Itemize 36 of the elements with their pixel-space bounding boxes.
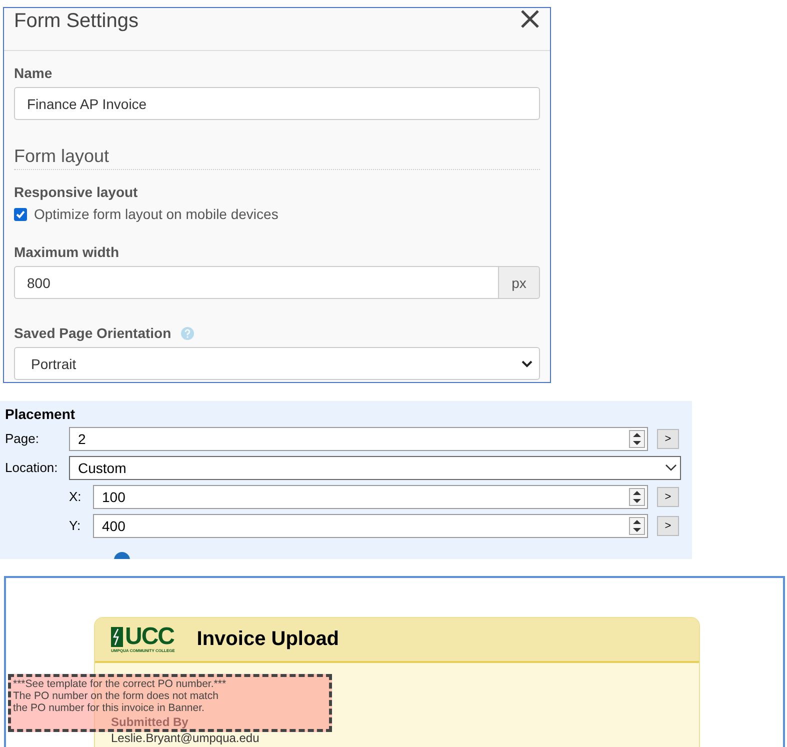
field-label: Name — [14, 65, 54, 81]
go-button[interactable]: > — [657, 486, 679, 506]
panel-title: Placement — [5, 406, 76, 422]
field-label: Maximum width — [14, 244, 120, 260]
orientation-dropdown[interactable]: Portrait — [14, 347, 540, 380]
field-value: Leslie.Bryant@umpqua.edu — [111, 731, 260, 745]
location-dropdown[interactable]: Custom — [69, 456, 681, 480]
field-label: Submitted By — [111, 715, 188, 729]
section-heading: Form layout — [14, 146, 540, 170]
comment-note: ***See template for the correct PO number.*** The PO number on the form does not match the PO number for this invoice in Banner. — [13, 678, 226, 714]
checkbox[interactable] — [14, 208, 27, 220]
number-field[interactable]: 100 — [93, 484, 648, 508]
form-title: Invoice Upload — [196, 628, 340, 651]
width-input[interactable]: 800 — [14, 266, 499, 299]
field-label: Saved Page Orientation — [14, 325, 172, 341]
spinner-arrows-icon[interactable] — [629, 430, 645, 448]
chevron-down-icon — [521, 360, 533, 368]
logo-text: UCC — [125, 626, 174, 648]
chevron-down-icon — [664, 462, 678, 472]
logo-mark-icon — [111, 627, 123, 647]
field-label: Y: — [69, 518, 82, 533]
dialog-title: Form Settings — [14, 10, 138, 33]
name-input[interactable]: Finance AP Invoice — [14, 87, 540, 120]
go-button[interactable]: > — [657, 516, 679, 536]
field-label: Page: — [5, 431, 40, 446]
spinner-arrows-icon[interactable] — [629, 488, 645, 506]
go-button[interactable]: > — [657, 428, 679, 448]
close-icon[interactable] — [520, 9, 540, 29]
unit-addon: px — [499, 266, 540, 299]
field-label: X: — [69, 489, 82, 504]
checkbox-label: Optimize form layout on mobile devices — [34, 206, 278, 222]
number-field[interactable]: 2 — [69, 426, 648, 450]
field-label: Responsive layout — [14, 184, 139, 200]
field-label: Location: — [5, 460, 59, 475]
spinner-arrows-icon[interactable] — [629, 516, 645, 534]
number-field[interactable]: 400 — [93, 514, 648, 538]
